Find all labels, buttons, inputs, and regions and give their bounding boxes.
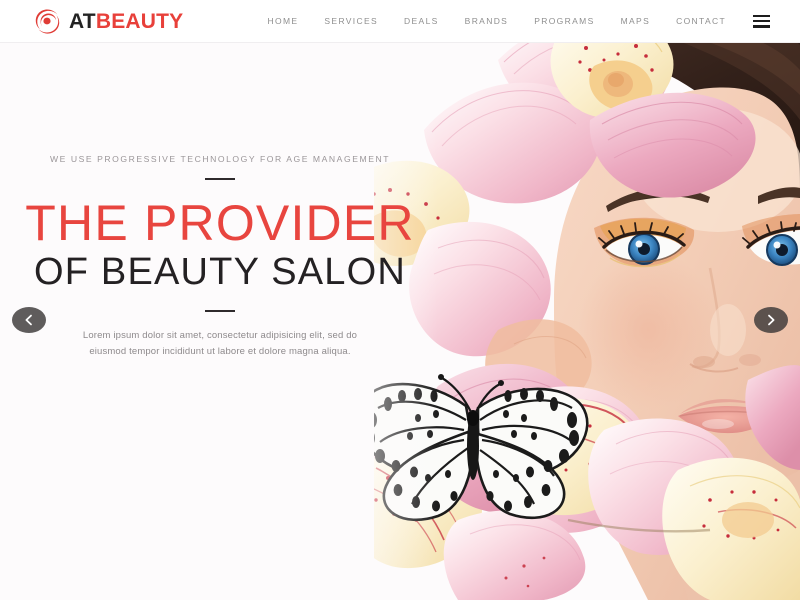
brand-logo[interactable]: ATBEAUTY xyxy=(34,8,183,34)
hero-slider: WE USE PROGRESSIVE TECHNOLOGY FOR AGE MA… xyxy=(0,43,800,600)
hamburger-menu-icon[interactable] xyxy=(753,14,770,28)
swirl-comet-logo-icon xyxy=(34,8,60,34)
page-root: ATBEAUTY HOME SERVICES DEALS BRANDS PROG… xyxy=(0,0,800,600)
hamburger-bar-3 xyxy=(753,25,770,28)
main-navigation: HOME SERVICES DEALS BRANDS PROGRAMS MAPS… xyxy=(255,14,770,28)
hero-eyebrow: WE USE PROGRESSIVE TECHNOLOGY FOR AGE MA… xyxy=(49,154,391,164)
nav-item-services[interactable]: SERVICES xyxy=(311,17,391,26)
hero-text-block: WE USE PROGRESSIVE TECHNOLOGY FOR AGE MA… xyxy=(0,155,440,359)
site-header: ATBEAUTY HOME SERVICES DEALS BRANDS PROG… xyxy=(0,0,800,43)
hero-description: Lorem ipsum dolor sit amet, consectetur … xyxy=(82,330,358,357)
slider-prev-button[interactable] xyxy=(12,307,46,333)
brand-name-at: AT xyxy=(69,9,96,33)
chevron-left-icon xyxy=(25,314,32,326)
hero-divider-bottom xyxy=(205,310,235,313)
hero-headline-line1: THE PROVIDER xyxy=(25,194,415,251)
nav-item-programs[interactable]: PROGRAMS xyxy=(521,17,607,26)
brand-name-beauty: BEAUTY xyxy=(95,9,184,33)
brand-name: ATBEAUTY xyxy=(69,11,183,32)
hero-divider-top xyxy=(205,177,235,180)
nav-item-contact[interactable]: CONTACT xyxy=(663,17,739,26)
nav-item-home[interactable]: HOME xyxy=(255,17,312,26)
nav-item-deals[interactable]: DEALS xyxy=(391,17,452,26)
hamburger-bar-2 xyxy=(753,19,770,23)
chevron-right-icon xyxy=(768,314,775,326)
nav-item-brands[interactable]: BRANDS xyxy=(452,17,522,26)
hero-headline-line2: OF BEAUTY SALON xyxy=(33,250,407,293)
hamburger-bar-1 xyxy=(753,14,770,17)
nav-item-maps[interactable]: MAPS xyxy=(608,17,664,26)
slider-next-button[interactable] xyxy=(754,307,788,333)
